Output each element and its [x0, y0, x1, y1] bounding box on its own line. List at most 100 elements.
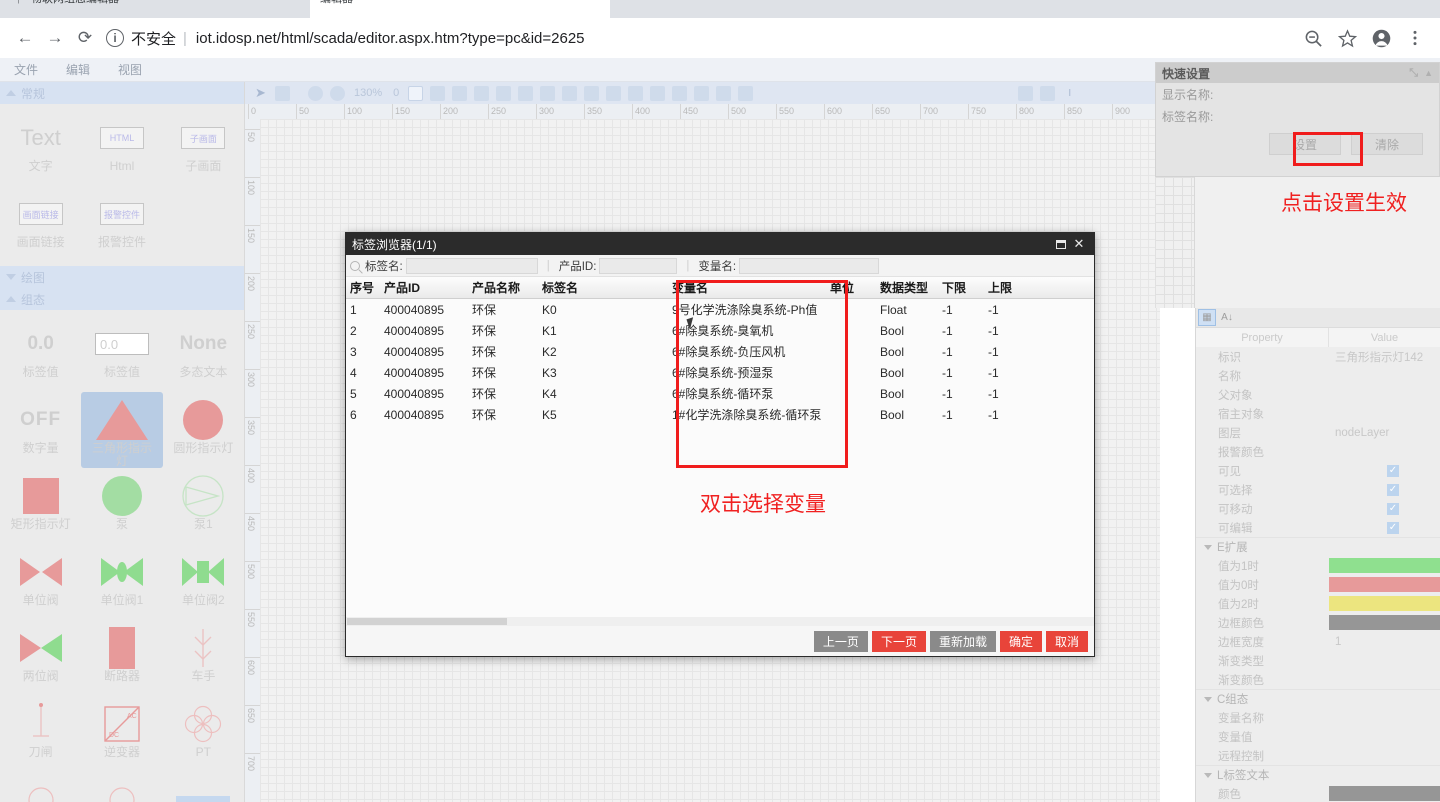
tool-html[interactable]: HTML Html	[81, 110, 162, 186]
property-value[interactable]: ✓	[1329, 521, 1440, 534]
property-value[interactable]: ✓	[1329, 502, 1440, 515]
color-swatch[interactable]	[1329, 596, 1440, 611]
property-row[interactable]: 名称	[1196, 366, 1440, 385]
checkbox-icon[interactable]: ✓	[1387, 502, 1399, 515]
property-value[interactable]	[1329, 558, 1440, 573]
property-row[interactable]: 可见 ✓	[1196, 461, 1440, 480]
select-arrow-icon[interactable]: ➤	[253, 85, 268, 101]
tool-extra-1[interactable]	[0, 772, 81, 802]
distribute-v-icon[interactable]	[584, 85, 600, 101]
property-row[interactable]: 远程控制	[1196, 746, 1440, 765]
tool-digital[interactable]: OFF 数字量	[0, 392, 81, 468]
property-value[interactable]	[1329, 596, 1440, 611]
property-row[interactable]: 标识 三角形指示灯142	[1196, 347, 1440, 366]
col-data-type[interactable]: 数据类型	[880, 279, 942, 296]
property-value[interactable]: 三角形指示灯142	[1329, 349, 1440, 365]
property-value[interactable]: ✓	[1329, 464, 1440, 477]
collapse-icon[interactable]: ⤡	[1409, 67, 1418, 80]
tag-name-input[interactable]	[1234, 108, 1424, 124]
forward-arrow-icon[interactable]: →	[40, 23, 70, 53]
search-input-product[interactable]	[599, 257, 678, 274]
group-icon[interactable]	[606, 85, 622, 101]
tool-valve1[interactable]: 单位阀1	[81, 544, 162, 620]
zoom-out-icon[interactable]	[1298, 23, 1328, 53]
preview-icon[interactable]	[1018, 85, 1034, 101]
browser-tab-0[interactable]: ↑ 物联网组态编辑器	[6, 0, 306, 18]
distribute-h-icon[interactable]	[562, 85, 578, 101]
checkbox-icon[interactable]: ✓	[1387, 483, 1399, 496]
align-left-icon[interactable]	[430, 85, 446, 101]
property-row[interactable]: 边框宽度 1	[1196, 632, 1440, 651]
cancel-button[interactable]: 取消	[1045, 630, 1088, 652]
table-row[interactable]: 1 400040895 环保 K0 9号化学洗涤除臭系统-Ph值 Float -1 -1	[346, 299, 1094, 320]
table-row[interactable]: 3 400040895 环保 K2 6#除臭系统-负压风机 Bool -1 -1	[346, 341, 1094, 362]
tool-knife-switch[interactable]: 刀闸	[0, 696, 81, 772]
col-seq[interactable]: 序号	[346, 279, 384, 296]
browser-menu-icon[interactable]	[1400, 23, 1430, 53]
property-group-row[interactable]: E扩展	[1196, 537, 1440, 556]
property-row[interactable]: 颜色	[1196, 784, 1440, 802]
table-row[interactable]: 5 400040895 环保 K4 6#除臭系统-循环泵 Bool -1 -1	[346, 383, 1094, 404]
align-right-icon[interactable]	[474, 85, 490, 101]
text-tool-icon[interactable]: I	[1062, 86, 1077, 101]
property-group-row[interactable]: C组态	[1196, 689, 1440, 708]
property-row[interactable]: 图层 nodeLayer	[1196, 423, 1440, 442]
menu-view[interactable]: 视图	[104, 61, 156, 78]
col-product-id[interactable]: 产品ID	[384, 279, 472, 296]
tool-breaker[interactable]: 断路器	[81, 620, 162, 696]
tool-pt[interactable]: PT	[163, 696, 244, 772]
tool-pump1[interactable]: 泵1	[163, 468, 244, 544]
property-row[interactable]: 边框颜色	[1196, 613, 1440, 632]
tool-tag-value-input[interactable]: 0.0 标签值	[81, 316, 162, 392]
categorize-icon[interactable]: ▦	[1198, 309, 1216, 326]
reload-button[interactable]: 重新加载	[929, 630, 996, 652]
property-row[interactable]: 宿主对象	[1196, 404, 1440, 423]
property-value[interactable]	[1329, 615, 1440, 630]
toolbox-section-scada[interactable]: 组态	[0, 288, 244, 310]
property-row[interactable]: 变量名称	[1196, 708, 1440, 727]
confirm-button[interactable]: 确定	[999, 630, 1042, 652]
color-swatch[interactable]	[1329, 558, 1440, 573]
prev-page-button[interactable]: 上一页	[813, 630, 868, 652]
col-variable-name[interactable]: 变量名	[672, 279, 830, 296]
zoom-in-icon[interactable]	[308, 85, 323, 101]
settings-icon[interactable]	[1040, 85, 1056, 101]
table-scrollbar[interactable]	[346, 617, 1094, 626]
maximize-icon[interactable]	[1052, 235, 1070, 253]
tool-extra-2[interactable]	[81, 772, 162, 802]
property-row[interactable]: 可移动 ✓	[1196, 499, 1440, 518]
tool-multi-state-text[interactable]: None 多态文本	[163, 316, 244, 392]
property-row[interactable]: 值为1时	[1196, 556, 1440, 575]
align-middle-icon[interactable]	[518, 85, 534, 101]
chevron-up-icon[interactable]: ▲	[1424, 68, 1433, 78]
tool-subscreen[interactable]: 子画面 子画面	[163, 110, 244, 186]
property-row[interactable]: 报警颜色	[1196, 442, 1440, 461]
bring-front-icon[interactable]	[650, 85, 666, 101]
property-value[interactable]	[1329, 577, 1440, 592]
close-icon[interactable]: ✕	[1070, 235, 1088, 253]
color-swatch[interactable]	[1329, 786, 1440, 801]
apply-settings-button[interactable]: 设置	[1269, 133, 1341, 155]
table-row[interactable]: 6 400040895 环保 K5 1#化学洗涤除臭系统-循环泵 Bool -1 -1	[346, 404, 1094, 425]
toolbox-section-general[interactable]: 常规	[0, 82, 244, 104]
tool-valve[interactable]: 单位阀	[0, 544, 81, 620]
property-value[interactable]: 1	[1329, 636, 1440, 648]
bookmark-star-icon[interactable]	[1332, 23, 1362, 53]
tool-two-position-valve[interactable]: 两位阀	[0, 620, 81, 696]
undo-icon[interactable]	[694, 85, 710, 101]
reload-icon[interactable]: ⟳	[70, 23, 100, 53]
tool-inverter[interactable]: AC DC 逆变器	[81, 696, 162, 772]
table-row[interactable]: 4 400040895 环保 K3 6#除臭系统-预湿泵 Bool -1 -1	[346, 362, 1094, 383]
property-row[interactable]: 值为2时	[1196, 594, 1440, 613]
tool-valve2[interactable]: 单位阀2	[163, 544, 244, 620]
tool-screen-link[interactable]: 画面链接 画面链接	[0, 186, 81, 262]
next-page-button[interactable]: 下一页	[871, 630, 926, 652]
property-group-row[interactable]: L标签文本	[1196, 765, 1440, 784]
checkbox-icon[interactable]: ✓	[1387, 521, 1399, 534]
tool-alarm-control[interactable]: 报警控件 报警控件	[81, 186, 162, 262]
property-value[interactable]: nodeLayer	[1329, 427, 1440, 439]
align-top-icon[interactable]	[496, 85, 512, 101]
property-value[interactable]: ✓	[1329, 483, 1440, 496]
send-back-icon[interactable]	[672, 85, 688, 101]
search-input-tag[interactable]	[405, 257, 538, 274]
